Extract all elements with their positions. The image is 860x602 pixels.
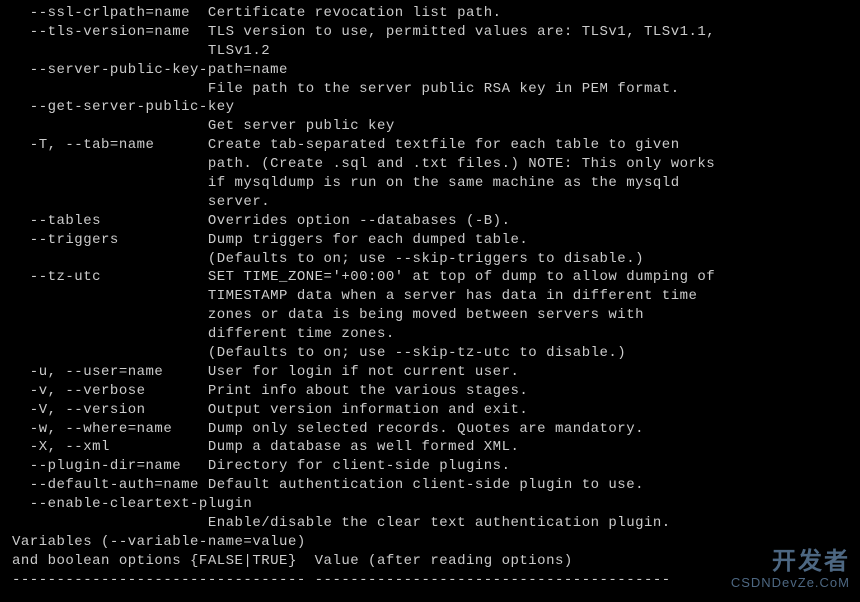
help-line: path. (Create .sql and .txt files.) NOTE… — [12, 155, 848, 174]
help-line: --enable-cleartext-plugin — [12, 495, 848, 514]
help-line: server. — [12, 193, 848, 212]
help-line: --tls-version=name TLS version to use, p… — [12, 23, 848, 42]
help-line: --------------------------------- ------… — [12, 571, 848, 590]
help-line: --server-public-key-path=name — [12, 61, 848, 80]
help-line: (Defaults to on; use --skip-triggers to … — [12, 250, 848, 269]
help-line: -u, --user=name User for login if not cu… — [12, 363, 848, 382]
help-line: and boolean options {FALSE|TRUE} Value (… — [12, 552, 848, 571]
help-line: --tz-utc SET TIME_ZONE='+00:00' at top o… — [12, 268, 848, 287]
help-line: --triggers Dump triggers for each dumped… — [12, 231, 848, 250]
help-line: --get-server-public-key — [12, 98, 848, 117]
terminal-output: --ssl-crlpath=name Certificate revocatio… — [12, 4, 848, 590]
help-line: -w, --where=name Dump only selected reco… — [12, 420, 848, 439]
help-line: if mysqldump is run on the same machine … — [12, 174, 848, 193]
help-line: -T, --tab=name Create tab-separated text… — [12, 136, 848, 155]
help-line: File path to the server public RSA key i… — [12, 80, 848, 99]
help-line: -X, --xml Dump a database as well formed… — [12, 438, 848, 457]
help-line: Variables (--variable-name=value) — [12, 533, 848, 552]
help-line: different time zones. — [12, 325, 848, 344]
help-line: TLSv1.2 — [12, 42, 848, 61]
help-line: --tables Overrides option --databases (-… — [12, 212, 848, 231]
help-line: --plugin-dir=name Directory for client-s… — [12, 457, 848, 476]
help-line: (Defaults to on; use --skip-tz-utc to di… — [12, 344, 848, 363]
help-line: --default-auth=name Default authenticati… — [12, 476, 848, 495]
help-line: -v, --verbose Print info about the vario… — [12, 382, 848, 401]
help-line: --ssl-crlpath=name Certificate revocatio… — [12, 4, 848, 23]
help-line: Get server public key — [12, 117, 848, 136]
help-line: TIMESTAMP data when a server has data in… — [12, 287, 848, 306]
help-line: zones or data is being moved between ser… — [12, 306, 848, 325]
help-line: Enable/disable the clear text authentica… — [12, 514, 848, 533]
help-line: -V, --version Output version information… — [12, 401, 848, 420]
